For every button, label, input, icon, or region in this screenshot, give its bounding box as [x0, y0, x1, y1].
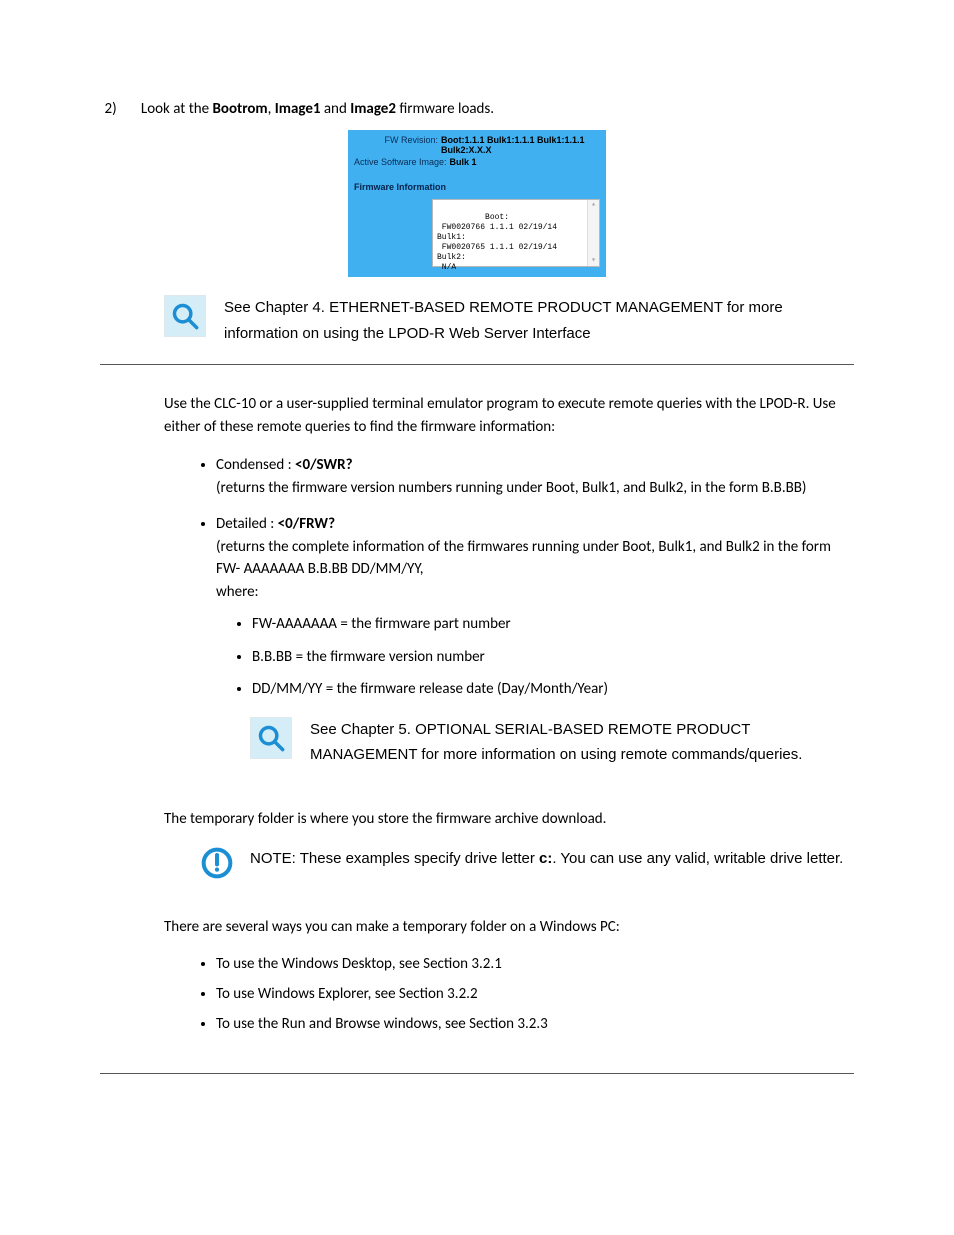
- way-run-browse: To use the Run and Browse windows, see S…: [216, 1015, 854, 1033]
- note-text: NOTE: These examples specify drive lette…: [250, 846, 843, 872]
- way-desktop: To use the Windows Desktop, see Section …: [216, 955, 854, 973]
- item-detailed: Detailed : <0/FRW? (returns the complete…: [216, 513, 854, 701]
- cmd-swr: <0/SWR?: [295, 456, 353, 474]
- firmware-info-heading: Firmware Information: [348, 177, 606, 197]
- step-number: 2): [100, 100, 138, 118]
- item-condensed: Condensed : <0/SWR? (returns the firmwar…: [216, 454, 854, 499]
- scrollbar[interactable]: ▴ ▾: [587, 200, 599, 266]
- way-explorer: To use Windows Explorer, see Section 3.2…: [216, 985, 854, 1003]
- callout-chapter-5: See Chapter 5. OPTIONAL SERIAL-BASED REM…: [310, 717, 854, 768]
- step-2-line: 2) Look at the Bootrom, Image1 and Image…: [100, 100, 854, 118]
- step-bootrom: Bootrom: [212, 100, 267, 118]
- sub-fw-version: B.B.BB = the firmware version number: [252, 646, 854, 669]
- section-divider: [100, 364, 854, 365]
- firmware-info-textarea[interactable]: Boot: FW0020766 1.1.1 02/19/14 Bulk1: FW…: [432, 199, 600, 267]
- para-temp-folder: The temporary folder is where you store …: [164, 808, 854, 831]
- magnify-icon: [250, 717, 292, 759]
- sub-fw-date: DD/MM/YY = the firmware release date (Da…: [252, 678, 854, 701]
- scroll-up-icon[interactable]: ▴: [591, 200, 596, 210]
- where-label: where:: [216, 583, 259, 601]
- step-image2: Image2: [350, 100, 396, 118]
- desc-detailed: (returns the complete information of the…: [216, 538, 831, 579]
- fw-revision-label: FW Revision:: [354, 135, 441, 155]
- firmware-panel: FW Revision: Boot:1.1.1 Bulk1:1.1.1 Bulk…: [348, 130, 606, 277]
- step-text-post: firmware loads.: [396, 100, 494, 118]
- callout-chapter-4: See Chapter 4. ETHERNET-BASED REMOTE PRO…: [224, 295, 854, 346]
- para-ways: There are several ways you can make a te…: [164, 916, 854, 939]
- page-footer-rule: [100, 1073, 854, 1074]
- alert-icon: [200, 846, 234, 880]
- drive-letter: c:: [539, 850, 552, 867]
- step-image1: Image1: [275, 100, 321, 118]
- scroll-down-icon[interactable]: ▾: [591, 256, 596, 266]
- active-image-value: Bulk 1: [450, 157, 477, 167]
- desc-condensed: (returns the firmware version numbers ru…: [216, 479, 806, 497]
- cmd-frw: <0/FRW?: [278, 515, 335, 533]
- step-text-pre: Look at the: [141, 100, 213, 118]
- fw-revision-value: Boot:1.1.1 Bulk1:1.1.1 Bulk1:1.1.1 Bulk2…: [441, 135, 600, 155]
- para-clc10: Use the CLC-10 or a user-supplied termin…: [164, 393, 854, 438]
- sub-fw-part: FW-AAAAAAA = the firmware part number: [252, 613, 854, 636]
- firmware-info-text: Boot: FW0020766 1.1.1 02/19/14 Bulk1: FW…: [437, 213, 557, 272]
- magnify-icon: [164, 295, 206, 337]
- active-image-label: Active Software Image:: [354, 157, 450, 167]
